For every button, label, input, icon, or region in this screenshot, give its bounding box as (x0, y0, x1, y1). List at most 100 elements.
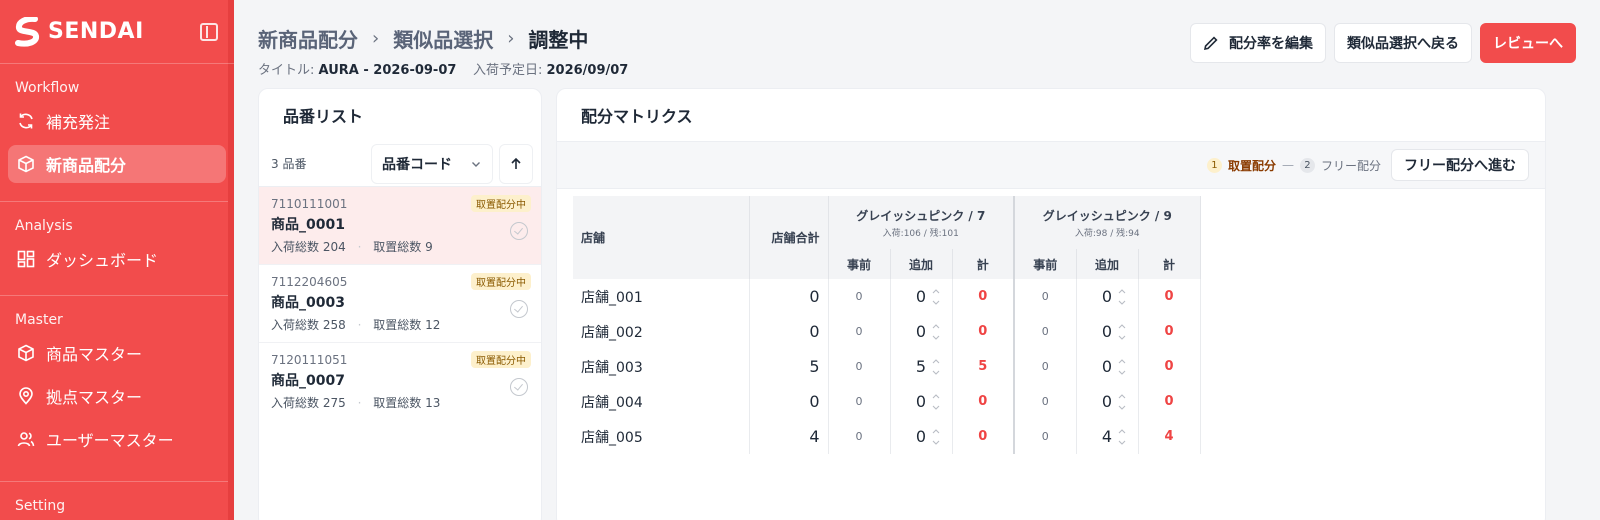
add-allocation-stepper[interactable]: 0 (1076, 384, 1139, 419)
sendai-logo-icon (15, 16, 40, 47)
add-allocation-value: 0 (915, 287, 927, 306)
status-badge: 取置配分中 (471, 273, 531, 290)
stepper-arrows-icon[interactable] (1118, 357, 1126, 377)
item-name: 商品_0007 (271, 373, 345, 389)
allocation-sum: 0 (1138, 314, 1201, 349)
stepper-arrows-icon[interactable] (932, 357, 940, 377)
add-allocation-stepper[interactable]: 0 (1076, 279, 1139, 314)
pre-allocation-value: 0 (828, 314, 891, 349)
stepper-arrows-icon[interactable] (1118, 392, 1126, 412)
stepper-arrows-icon[interactable] (1118, 322, 1126, 342)
add-allocation-value: 4 (1101, 427, 1113, 446)
table-row: 店舗_003 5 0 5 5 0 0 0 (573, 349, 1201, 384)
store-name: 店舗_003 (573, 349, 750, 384)
breadcrumb-current: 調整中 (528, 28, 589, 52)
sidebar-section-title: Setting (15, 498, 66, 514)
stepper-arrows-icon[interactable] (1118, 287, 1126, 307)
sort-direction-button[interactable] (499, 143, 533, 184)
chevron-right-icon: › (507, 28, 515, 49)
add-allocation-value: 0 (915, 322, 927, 341)
arrival-total-value: 258 (322, 318, 346, 332)
breadcrumb-new-product-allocation[interactable]: 新商品配分 (258, 24, 358, 53)
edit-allocation-rate-button[interactable]: 配分率を編集 (1190, 23, 1326, 63)
store-total-column-header: 店舗合計 (749, 196, 829, 279)
box-icon (16, 343, 36, 363)
item-count: 3 品番 (271, 157, 307, 171)
pre-column-header: 事前 (1013, 249, 1077, 279)
sidebar-item-location-master[interactable]: 拠点マスター (8, 377, 226, 415)
edit-allocation-rate-label: 配分率を編集 (1229, 36, 1313, 52)
add-allocation-stepper[interactable]: 0 (1076, 314, 1139, 349)
item-name: 商品_0001 (271, 217, 345, 233)
page-subtitle: タイトル: AURA - 2026-09-07 入荷予定日: 2026/09/0… (258, 59, 628, 78)
sidebar-item-user-master[interactable]: ユーザーマスター (8, 420, 226, 458)
item-list-toolbar: 3 品番 品番コード (259, 141, 541, 187)
item-list-title: 品番リスト (283, 107, 364, 126)
add-column-header: 追加 (1076, 249, 1139, 279)
separator-dot: · (357, 396, 362, 410)
stepper-arrows-icon[interactable] (1118, 427, 1126, 447)
go-to-review-button[interactable]: レビューへ (1480, 23, 1576, 63)
back-to-similar-selection-button[interactable]: 類似品選択へ戻る (1334, 23, 1472, 63)
arrow-up-icon (511, 157, 521, 169)
list-item[interactable]: 7112204605 商品_0003 入荷総数 258 · 取置総数 12 取置… (259, 265, 541, 343)
step-number: 2 (1299, 157, 1315, 173)
sidebar-item-product-master[interactable]: 商品マスター (8, 334, 226, 372)
add-allocation-stepper[interactable]: 0 (890, 384, 953, 419)
add-allocation-value: 0 (1101, 392, 1113, 411)
arrival-total-value: 204 (322, 240, 346, 254)
sort-field-value: 品番コード (382, 156, 452, 173)
store-name: 店舗_004 (573, 384, 750, 419)
step-indicator: 1 取置配分 — 2 フリー配分 フリー配分へ進む (557, 141, 1545, 189)
breadcrumb-similar-selection[interactable]: 類似品選択 (393, 24, 493, 53)
allocation-sum: 0 (952, 419, 1015, 454)
collapse-sidebar-icon[interactable] (200, 23, 218, 41)
step-label-current: 取置配分 (1227, 158, 1276, 173)
allocation-sum: 0 (952, 314, 1015, 349)
sidebar-item-replenishment[interactable]: 補充発注 (8, 102, 226, 140)
add-allocation-stepper[interactable]: 4 (1076, 419, 1139, 454)
group-stock: 入荷:106 / 残:101 (882, 228, 959, 239)
placement-total-label: 取置総数 (373, 240, 422, 254)
sidebar-item-label: 商品マスター (46, 345, 143, 364)
add-allocation-stepper[interactable]: 0 (890, 279, 953, 314)
add-allocation-stepper[interactable]: 5 (890, 349, 953, 384)
chevron-down-icon (472, 161, 480, 167)
store-total: 4 (749, 419, 829, 454)
stepper-arrows-icon[interactable] (932, 427, 940, 447)
sidebar-section-workflow: Workflow 補充発注 新商品配分 (0, 64, 234, 202)
stepper-arrows-icon[interactable] (932, 287, 940, 307)
stepper-arrows-icon[interactable] (932, 322, 940, 342)
arrival-total-label: 入荷総数 (271, 396, 320, 410)
pre-allocation-value: 0 (1013, 279, 1077, 314)
sidebar-section-title: Workflow (15, 80, 80, 96)
arrival-total-label: 入荷総数 (271, 240, 320, 254)
pre-allocation-value: 0 (1013, 384, 1077, 419)
allocation-sum: 0 (1138, 349, 1201, 384)
add-allocation-stepper[interactable]: 0 (890, 314, 953, 349)
add-allocation-stepper[interactable]: 0 (1076, 349, 1139, 384)
sort-field-select[interactable]: 品番コード (371, 143, 493, 184)
proceed-to-free-allocation-button[interactable]: フリー配分へ進む (1391, 149, 1529, 181)
add-allocation-value: 0 (1101, 322, 1113, 341)
add-allocation-value: 0 (915, 392, 927, 411)
matrix-title: 配分マトリクス (581, 107, 693, 126)
add-allocation-value: 0 (915, 427, 927, 446)
color-size-group-header: グレイッシュピンク / 7 入荷:106 / 残:101 (828, 196, 1015, 249)
add-allocation-value: 0 (1101, 357, 1113, 376)
list-item[interactable]: 7110111001 商品_0001 入荷総数 204 · 取置総数 9 取置配… (259, 187, 541, 265)
map-pin-icon (16, 386, 36, 406)
breadcrumb: 新商品配分 › 類似品選択 › 調整中 (258, 24, 628, 53)
dashboard-icon (16, 249, 36, 269)
list-item[interactable]: 7120111051 商品_0007 入荷総数 275 · 取置総数 13 取置… (259, 343, 541, 421)
add-column-header: 追加 (890, 249, 953, 279)
add-allocation-stepper[interactable]: 0 (890, 419, 953, 454)
sidebar-item-new-product-allocation[interactable]: 新商品配分 (8, 145, 226, 183)
table-row: 店舗_001 0 0 0 0 0 0 0 (573, 279, 1201, 314)
placement-total-value: 9 (425, 240, 433, 254)
placement-total-label: 取置総数 (373, 318, 422, 332)
brand-name: SENDAI (48, 19, 144, 44)
sidebar-item-label: ダッシュボード (46, 251, 159, 270)
sidebar-item-dashboard[interactable]: ダッシュボード (8, 240, 226, 278)
stepper-arrows-icon[interactable] (932, 392, 940, 412)
